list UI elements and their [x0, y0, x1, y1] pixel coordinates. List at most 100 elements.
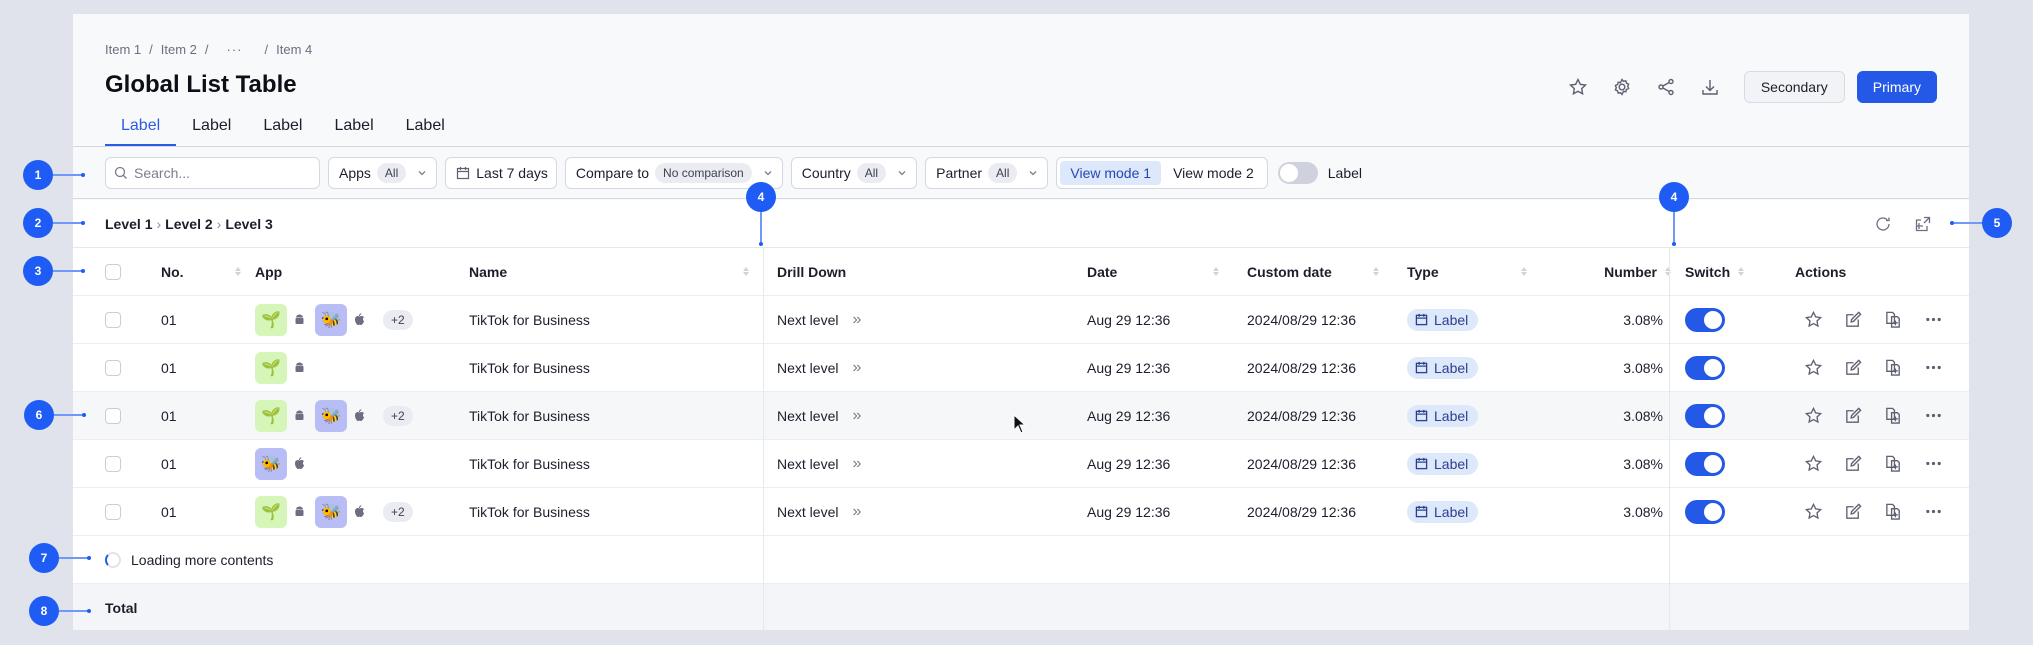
star-icon[interactable]: [1803, 406, 1823, 426]
drill-down-link[interactable]: Next level: [777, 504, 838, 520]
duplicate-icon[interactable]: [1883, 454, 1903, 474]
view-mode-2[interactable]: View mode 2: [1163, 161, 1264, 185]
double-chevron-right-icon[interactable]: »: [852, 503, 861, 521]
frozen-column-divider-left[interactable]: [763, 248, 764, 630]
table-row[interactable]: 01 🐝 TikTok for Business Next level » Aug 29 …: [73, 440, 1969, 488]
table-row[interactable]: 01 🌱 TikTok for Business Next level » Aug 29 …: [73, 344, 1969, 392]
column-header-switch[interactable]: Switch: [1685, 264, 1730, 280]
tab-2[interactable]: Label: [176, 114, 247, 147]
double-chevron-right-icon[interactable]: »: [852, 455, 861, 473]
row-switch[interactable]: [1685, 451, 1725, 476]
primary-button[interactable]: Primary: [1856, 71, 1937, 103]
edit-icon[interactable]: [1843, 358, 1863, 378]
more-icon[interactable]: [1923, 502, 1943, 522]
app-icon-sprout: 🌱: [255, 351, 287, 384]
row-switch[interactable]: [1685, 307, 1725, 332]
compare-filter[interactable]: Compare to No comparison: [564, 156, 783, 189]
duplicate-icon[interactable]: [1883, 406, 1903, 426]
double-chevron-right-icon[interactable]: »: [852, 359, 861, 377]
double-chevron-right-icon[interactable]: »: [852, 311, 861, 329]
star-icon[interactable]: [1556, 71, 1600, 103]
edit-icon[interactable]: [1843, 454, 1863, 474]
table-row[interactable]: 01 🌱 🐝 +2 TikTok for Business Next level » Aug …: [73, 488, 1969, 536]
drill-down-link[interactable]: Next level: [777, 360, 838, 376]
row-checkbox[interactable]: [105, 311, 121, 328]
drill-down-link[interactable]: Next level: [777, 312, 838, 328]
row-switch[interactable]: [1685, 499, 1725, 524]
more-icon[interactable]: [1923, 310, 1943, 330]
edit-icon[interactable]: [1843, 502, 1863, 522]
app-icon-sprout: 🌱: [255, 399, 287, 432]
breadcrumb-item[interactable]: Item 1: [105, 42, 141, 57]
column-header-number[interactable]: Number: [1604, 264, 1657, 280]
row-checkbox[interactable]: [105, 455, 121, 472]
tab-1[interactable]: Label: [105, 114, 177, 147]
apps-filter[interactable]: Apps All: [328, 156, 438, 189]
column-header-type[interactable]: Type: [1407, 264, 1439, 280]
row-custom-date: 2024/08/29 12:36: [1247, 407, 1356, 424]
apps-filter-value: All: [376, 162, 407, 183]
column-header-custom-date[interactable]: Custom date: [1247, 264, 1332, 280]
more-icon[interactable]: [1923, 454, 1943, 474]
export-icon[interactable]: [1909, 210, 1937, 238]
edit-icon[interactable]: [1843, 406, 1863, 426]
frozen-column-divider-right[interactable]: [1669, 248, 1670, 630]
column-header-date[interactable]: Date: [1087, 264, 1117, 280]
breadcrumb-item[interactable]: Item 4: [276, 42, 312, 57]
drill-down-link[interactable]: Next level: [777, 408, 838, 424]
row-checkbox[interactable]: [105, 407, 121, 424]
select-all-checkbox[interactable]: [105, 263, 121, 280]
gear-icon[interactable]: [1600, 71, 1644, 103]
tab-5[interactable]: Label: [390, 114, 461, 147]
search-field[interactable]: [105, 156, 320, 189]
sort-icon[interactable]: [235, 267, 241, 276]
download-icon[interactable]: [1688, 71, 1732, 103]
date-range-picker[interactable]: Last 7 days: [445, 156, 557, 189]
row-checkbox[interactable]: [105, 503, 121, 520]
sort-icon[interactable]: [1373, 267, 1379, 276]
tab-3[interactable]: Label: [247, 114, 318, 147]
total-row: Total: [73, 584, 1969, 630]
duplicate-icon[interactable]: [1883, 502, 1903, 522]
duplicate-icon[interactable]: [1883, 310, 1903, 330]
row-checkbox[interactable]: [105, 359, 121, 376]
column-header-name[interactable]: Name: [469, 264, 507, 280]
view-mode-1[interactable]: View mode 1: [1060, 160, 1162, 185]
sort-icon[interactable]: [1521, 267, 1527, 276]
column-header-no[interactable]: No.: [161, 264, 184, 280]
sort-icon[interactable]: [743, 267, 749, 276]
country-filter[interactable]: Country All: [790, 156, 918, 189]
star-icon[interactable]: [1803, 358, 1823, 378]
more-apps-badge[interactable]: +2: [383, 405, 413, 426]
label-toggle[interactable]: [1277, 161, 1318, 184]
row-switch[interactable]: [1685, 403, 1725, 428]
edit-icon[interactable]: [1843, 310, 1863, 330]
more-apps-badge[interactable]: +2: [383, 501, 413, 522]
table-row[interactable]: 01 🌱 🐝 +2 TikTok for Business Next level » Aug …: [73, 296, 1969, 344]
sort-icon[interactable]: [1213, 267, 1219, 276]
share-icon[interactable]: [1644, 71, 1688, 103]
row-switch[interactable]: [1685, 355, 1725, 380]
more-apps-badge[interactable]: +2: [383, 309, 413, 330]
drill-down-link[interactable]: Next level: [777, 456, 838, 472]
duplicate-icon[interactable]: [1883, 358, 1903, 378]
partner-filter[interactable]: Partner All: [925, 156, 1049, 189]
breadcrumb-ellipsis[interactable]: ···: [227, 42, 243, 57]
star-icon[interactable]: [1803, 310, 1823, 330]
level-item[interactable]: Level 1: [105, 216, 152, 232]
star-icon[interactable]: [1803, 502, 1823, 522]
double-chevron-right-icon[interactable]: »: [852, 407, 861, 425]
more-icon[interactable]: [1923, 358, 1943, 378]
tab-4[interactable]: Label: [318, 114, 389, 147]
star-icon[interactable]: [1803, 454, 1823, 474]
sort-icon[interactable]: [1665, 267, 1671, 276]
breadcrumb-item[interactable]: Item 2: [161, 42, 197, 57]
refresh-icon[interactable]: [1869, 210, 1897, 238]
secondary-button[interactable]: Secondary: [1743, 71, 1845, 103]
chevron-down-icon: [1029, 170, 1037, 175]
sort-icon[interactable]: [1738, 267, 1745, 276]
more-icon[interactable]: [1923, 406, 1943, 426]
level-item[interactable]: Level 2: [165, 216, 212, 232]
annotation-badge: 1: [23, 160, 53, 190]
search-input[interactable]: [134, 164, 304, 181]
